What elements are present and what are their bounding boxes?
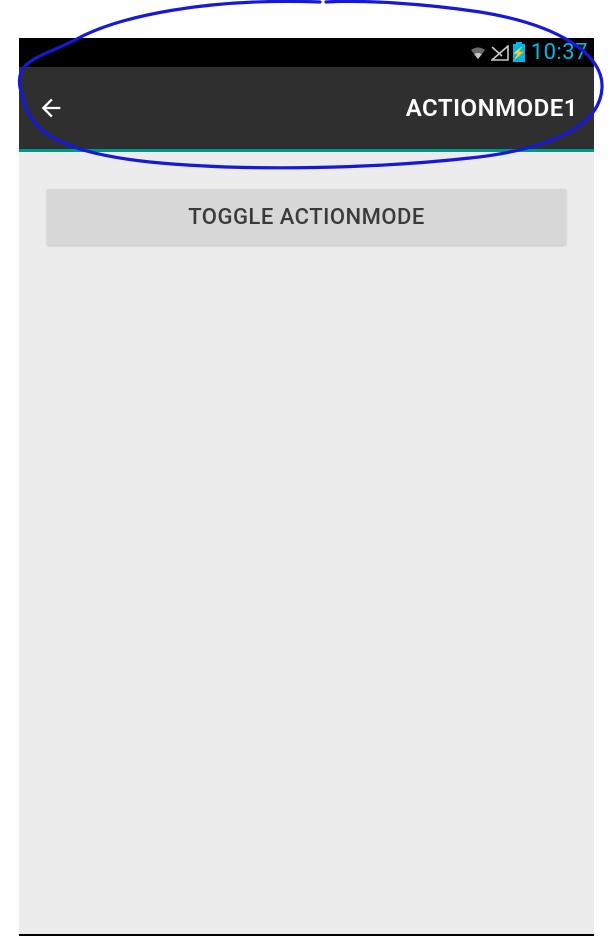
status-time: 10:37: [531, 40, 588, 65]
action-mode-bar: ACTIONMODE1: [19, 67, 594, 152]
cellular-icon: [491, 45, 509, 61]
status-bar: ⚡ 10:37: [19, 38, 594, 67]
toggle-actionmode-button[interactable]: TOGGLE ACTIONMODE: [47, 189, 566, 245]
wifi-icon: [469, 46, 487, 60]
back-arrow-icon[interactable]: [37, 94, 65, 122]
device-frame: ⚡ 10:37 ACTIONMODE1 TOGGLE ACTIONMODE: [19, 38, 594, 936]
action-mode-title: ACTIONMODE1: [406, 94, 578, 122]
page-wrapper: ⚡ 10:37 ACTIONMODE1 TOGGLE ACTIONMODE: [0, 0, 610, 942]
battery-charging-icon: ⚡: [513, 44, 525, 62]
content-area: TOGGLE ACTIONMODE: [19, 152, 594, 245]
